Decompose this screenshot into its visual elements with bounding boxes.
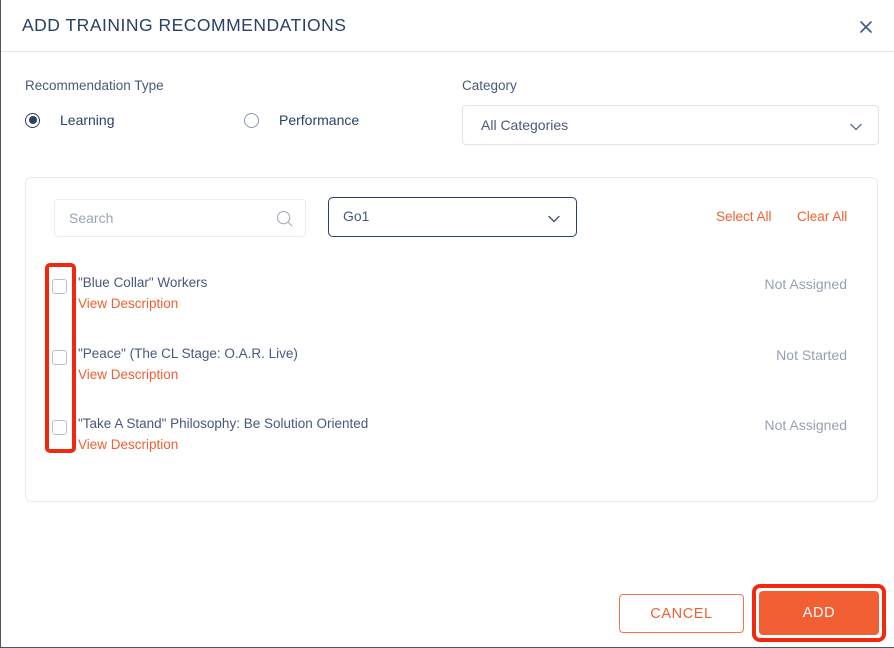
radio-selected-icon	[25, 112, 40, 128]
view-description-link[interactable]: View Description	[78, 296, 178, 311]
category-select-value: All Categories	[481, 117, 569, 133]
list-item: "Blue Collar" Workers View Description N…	[26, 270, 879, 326]
radio-option-performance-label: Performance	[279, 112, 360, 128]
select-all-link[interactable]: Select All	[716, 209, 772, 224]
add-button[interactable]: ADD	[759, 591, 879, 635]
cancel-button[interactable]: CANCEL	[619, 594, 744, 633]
list-item-title: "Take A Stand" Philosophy: Be Solution O…	[78, 416, 369, 431]
list-item-title: "Peace" (The CL Stage: O.A.R. Live)	[78, 346, 298, 361]
clear-all-link[interactable]: Clear All	[797, 209, 847, 224]
page-title: ADD TRAINING RECOMMENDATIONS	[22, 15, 347, 35]
view-description-link[interactable]: View Description	[78, 367, 178, 382]
status-badge: Not Assigned	[764, 276, 848, 292]
provider-select[interactable]: Go1	[328, 197, 577, 237]
chevron-down-icon	[849, 120, 863, 134]
search-input[interactable]: Search	[54, 199, 306, 237]
view-description-link[interactable]: View Description	[78, 437, 178, 452]
recommendation-type-label: Recommendation Type	[25, 78, 164, 93]
list-item-checkbox[interactable]	[52, 279, 67, 294]
category-label: Category	[462, 78, 517, 93]
training-list-card: Search Go1 Select All Clear All "Blue Co…	[25, 177, 878, 502]
recommendation-type-radio-group: Learning Performance	[25, 110, 445, 130]
add-training-recommendations-dialog: ADD TRAINING RECOMMENDATIONS Recommendat…	[0, 0, 894, 648]
provider-select-value: Go1	[343, 208, 370, 224]
radio-unselected-icon	[244, 112, 259, 128]
status-badge: Not Started	[776, 347, 847, 363]
status-badge: Not Assigned	[764, 417, 848, 433]
list-item-checkbox[interactable]	[52, 420, 67, 435]
close-icon[interactable]	[853, 14, 879, 40]
radio-option-learning-label: Learning	[60, 112, 115, 128]
list-item-title: "Blue Collar" Workers	[78, 275, 208, 290]
category-select[interactable]: All Categories	[462, 105, 879, 145]
list-item-checkbox[interactable]	[52, 350, 67, 365]
list-item: "Take A Stand" Philosophy: Be Solution O…	[26, 411, 879, 467]
search-input-placeholder: Search	[69, 210, 114, 226]
search-icon	[276, 210, 293, 227]
radio-option-learning[interactable]: Learning	[25, 110, 115, 130]
list-item: "Peace" (The CL Stage: O.A.R. Live) View…	[26, 341, 879, 397]
chevron-down-icon	[547, 212, 561, 226]
dialog-header: ADD TRAINING RECOMMENDATIONS	[1, 0, 894, 52]
radio-option-performance[interactable]: Performance	[244, 110, 359, 130]
